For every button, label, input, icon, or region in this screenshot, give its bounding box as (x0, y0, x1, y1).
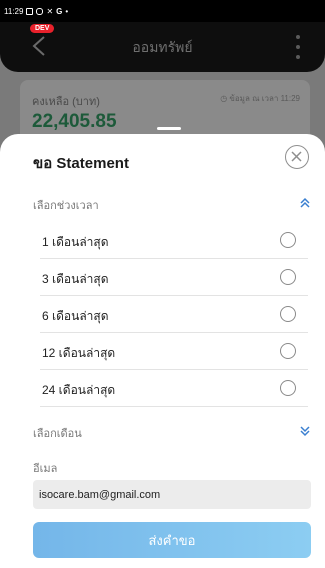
gallery-icon (26, 7, 34, 15)
status-time: 11:29 (4, 6, 24, 16)
period-option-12[interactable]: 12 เดือนล่าสุด (40, 333, 308, 370)
radio-button[interactable] (280, 306, 296, 322)
double-chevron-up-icon (300, 197, 310, 208)
radio-button[interactable] (280, 269, 296, 285)
balance-updated: ◷ ข้อมูล ณ เวลา 11:29 (220, 92, 300, 105)
balance-updated-text: ข้อมูล ณ เวลา 11:29 (229, 94, 300, 103)
month-expand-button[interactable] (299, 424, 311, 437)
dot-icon: • (65, 6, 69, 16)
clock-icon: ◷ (220, 94, 228, 103)
kebab-dot-icon (296, 55, 300, 59)
email-field[interactable]: isocare.bam@gmail.com (33, 480, 311, 509)
instagram-icon (36, 7, 44, 15)
dev-badge: DEV (30, 24, 55, 33)
period-option-6[interactable]: 6 เดือนล่าสุด (40, 296, 308, 333)
app-header: DEV ออมทรัพย์ (0, 22, 325, 72)
status-bar: 11:29 ✕ G • (0, 0, 325, 22)
sheet-grab-handle[interactable] (157, 127, 181, 130)
balance-label: คงเหลือ (บาท) (32, 96, 100, 108)
email-label: อีเมล (33, 463, 58, 475)
close-icon (291, 151, 302, 162)
option-label: 3 เดือนล่าสุด (42, 272, 109, 286)
more-menu-button[interactable] (294, 35, 302, 59)
month-section-label: เลือกเดือน (33, 428, 82, 440)
option-label: 12 เดือนล่าสุด (42, 346, 116, 360)
submit-request-button[interactable]: ส่งคำขอ (33, 522, 311, 558)
radio-button[interactable] (280, 343, 296, 359)
x-icon: ✕ (46, 6, 54, 16)
option-label: 1 เดือนล่าสุด (42, 235, 109, 249)
option-label: 24 เดือนล่าสุด (42, 383, 116, 397)
double-chevron-down-icon (300, 426, 310, 437)
period-section-label: เลือกช่วงเวลา (33, 200, 99, 212)
period-option-3[interactable]: 3 เดือนล่าสุด (40, 259, 308, 296)
option-label: 6 เดือนล่าสุด (42, 309, 109, 323)
radio-button[interactable] (280, 380, 296, 396)
radio-button[interactable] (280, 232, 296, 248)
kebab-dot-icon (296, 45, 300, 49)
period-option-24[interactable]: 24 เดือนล่าสุด (40, 370, 308, 407)
sheet-title: ขอ Statement (33, 155, 129, 172)
close-button[interactable] (285, 145, 309, 169)
balance-value: 22,405.85 (32, 111, 117, 132)
page-title: ออมทรัพย์ (132, 39, 193, 55)
kebab-dot-icon (296, 35, 300, 39)
statement-sheet: ขอ Statement เลือกช่วงเวลา 1 เดือนล่าสุด… (0, 134, 325, 568)
g-icon: G (56, 6, 63, 16)
period-collapse-button[interactable] (299, 196, 311, 208)
period-option-1[interactable]: 1 เดือนล่าสุด (40, 222, 308, 259)
